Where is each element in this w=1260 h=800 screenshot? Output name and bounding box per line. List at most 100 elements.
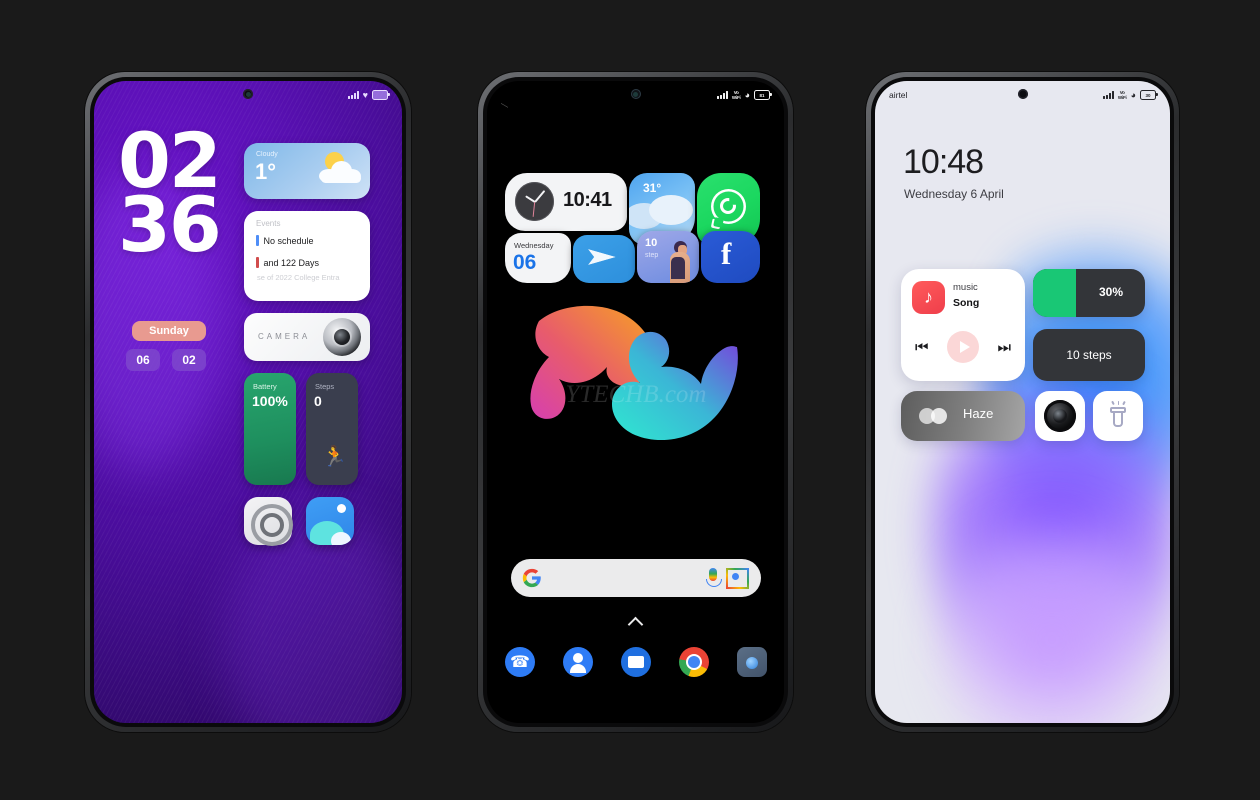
battery-label: Battery [253, 382, 277, 391]
cloud-icon [319, 161, 361, 183]
mic-icon[interactable] [706, 568, 722, 587]
phone-1: ♥ 02 36 Sunday 06 02 Cloudy 1° Events No… [85, 72, 411, 732]
flashlight-shortcut[interactable] [1093, 391, 1143, 441]
paper-plane-icon [588, 249, 616, 265]
album-art-icon [912, 281, 945, 314]
events-subtitle: se of 2022 College Entra [257, 273, 340, 282]
steps-widget[interactable]: 10 steps [1033, 329, 1145, 381]
camera-app-icon[interactable] [737, 647, 767, 677]
event-item: and 122 Days [256, 257, 319, 268]
phone-1-bezel: ♥ 02 36 Sunday 06 02 Cloudy 1° Events No… [90, 77, 406, 727]
event-text: and 122 Days [263, 257, 320, 268]
messages-app-icon[interactable] [621, 647, 651, 677]
wifi-icon: ◕ [744, 90, 750, 100]
lockscreen-time: 10:48 [903, 143, 984, 181]
phone-3-screen[interactable]: airtel Vo WiFi ◕ 30 10:48 Wednesday 6 Apr… [875, 81, 1170, 723]
clock-time: 10:41 [563, 189, 612, 211]
battery-widget[interactable]: 30% [1033, 269, 1145, 317]
camera-label: CAMERA [258, 332, 311, 341]
weather-temperature: 1° [255, 159, 277, 184]
front-camera-punchhole [1017, 89, 1028, 99]
analog-clock-icon [515, 182, 554, 221]
contacts-app-icon[interactable] [563, 647, 593, 677]
weekday-pill[interactable]: Sunday [132, 321, 206, 341]
clock-widget[interactable]: 10:41 [505, 173, 627, 231]
facebook-icon: f [721, 236, 732, 271]
front-camera-punchhole [630, 89, 641, 99]
phone-app-icon[interactable] [505, 647, 535, 677]
app-drawer-chevron-icon[interactable] [630, 615, 642, 627]
music-app-name: music [953, 282, 978, 293]
signal-bars-icon [1102, 91, 1114, 99]
google-search-bar[interactable] [511, 559, 761, 597]
play-button[interactable] [947, 331, 979, 363]
events-title: Events [256, 219, 281, 228]
camera-icon [1044, 400, 1076, 432]
day-pill[interactable]: 02 [172, 349, 206, 371]
watermark: YTECHB.com [565, 381, 707, 408]
previous-track-button[interactable]: ⏮ [915, 339, 929, 356]
event-item: No schedule [256, 235, 314, 246]
haze-weather-widget[interactable]: Haze [901, 391, 1025, 441]
signal-bars-icon [716, 91, 728, 99]
calendar-weekday: Wednesday [514, 241, 554, 250]
events-widget[interactable]: Events No schedule and 122 Days se of 20… [244, 211, 370, 301]
flashlight-icon [1110, 400, 1126, 427]
lens-icon[interactable] [726, 568, 749, 589]
steps-value: 0 [314, 393, 322, 409]
steps-count: 10 [645, 237, 658, 249]
dock [505, 647, 767, 677]
gallery-app-icon[interactable] [306, 497, 354, 545]
runner-illustration [663, 239, 697, 283]
camera-lens-icon [323, 318, 361, 356]
steps-label: Steps [315, 382, 335, 391]
steps-widget[interactable]: Steps 0 🏃 [306, 373, 358, 485]
phone-3-bezel: airtel Vo WiFi ◕ 30 10:48 Wednesday 6 Apr… [871, 77, 1174, 727]
clock-minutes: 36 [118, 179, 222, 269]
whatsapp-icon [711, 189, 746, 224]
camera-shortcut[interactable] [1035, 391, 1085, 441]
weather-widget[interactable]: Cloudy 1° [244, 143, 370, 199]
chrome-app-icon[interactable] [679, 647, 709, 677]
widget-cluster: 10:41 31° Wednesday 06 10 step f [505, 173, 760, 283]
battery-icon: 81 [754, 90, 772, 100]
battery-value: 30% [1098, 285, 1123, 299]
battery-icon [372, 90, 390, 100]
weather-condition: Cloudy [256, 151, 278, 158]
calendar-date: 06 [513, 251, 537, 274]
phone-2-screen[interactable]: Vo WiFi ◕ 81 10:41 31° Wednesday 06 10 s… [487, 81, 784, 723]
telegram-app-icon[interactable] [573, 235, 635, 283]
google-logo-icon [522, 568, 541, 588]
runner-icon: 🏃 [322, 446, 347, 468]
next-track-button[interactable]: ⏭ [997, 339, 1011, 356]
heart-icon: ♥ [362, 90, 368, 100]
facebook-app-icon[interactable]: f [701, 231, 760, 283]
music-player-widget[interactable]: music Song ⏮ ⏭ [901, 269, 1025, 381]
battery-icon: 30 [1140, 90, 1158, 100]
phone-1-screen[interactable]: ♥ 02 36 Sunday 06 02 Cloudy 1° Events No… [94, 81, 402, 723]
battery-fill-bar [1033, 269, 1076, 317]
wifi-icon: ◕ [1130, 90, 1136, 100]
lockscreen-date: Wednesday 6 April [904, 187, 1004, 201]
vowifi-icon: Vo WiFi [731, 90, 741, 100]
phone-3: airtel Vo WiFi ◕ 30 10:48 Wednesday 6 Apr… [866, 72, 1179, 732]
haze-label: Haze [963, 406, 994, 421]
steps-unit: step [645, 252, 659, 259]
event-text: No schedule [263, 235, 314, 246]
calendar-widget[interactable]: Wednesday 06 [505, 233, 571, 283]
battery-widget[interactable]: Battery 100% [244, 373, 296, 485]
wallpaper-showcase: ♥ 02 36 Sunday 06 02 Cloudy 1° Events No… [0, 0, 1260, 800]
month-pill[interactable]: 06 [126, 349, 160, 371]
weather-temperature: 31° [643, 181, 662, 195]
steps-widget[interactable]: 10 step [637, 231, 699, 283]
carrier-label: airtel [889, 90, 908, 100]
front-camera-punchhole [243, 89, 253, 99]
vowifi-icon: Vo WiFi [1117, 90, 1127, 100]
phone-2-bezel: Vo WiFi ◕ 81 10:41 31° Wednesday 06 10 s… [483, 77, 788, 727]
phone-2: Vo WiFi ◕ 81 10:41 31° Wednesday 06 10 s… [478, 72, 793, 732]
battery-value: 100% [252, 393, 288, 409]
compass-app-icon[interactable] [244, 497, 293, 546]
lockscreen-clock: 02 36 [118, 123, 222, 269]
camera-widget[interactable]: CAMERA [244, 313, 370, 361]
signal-bars-icon [347, 91, 359, 99]
